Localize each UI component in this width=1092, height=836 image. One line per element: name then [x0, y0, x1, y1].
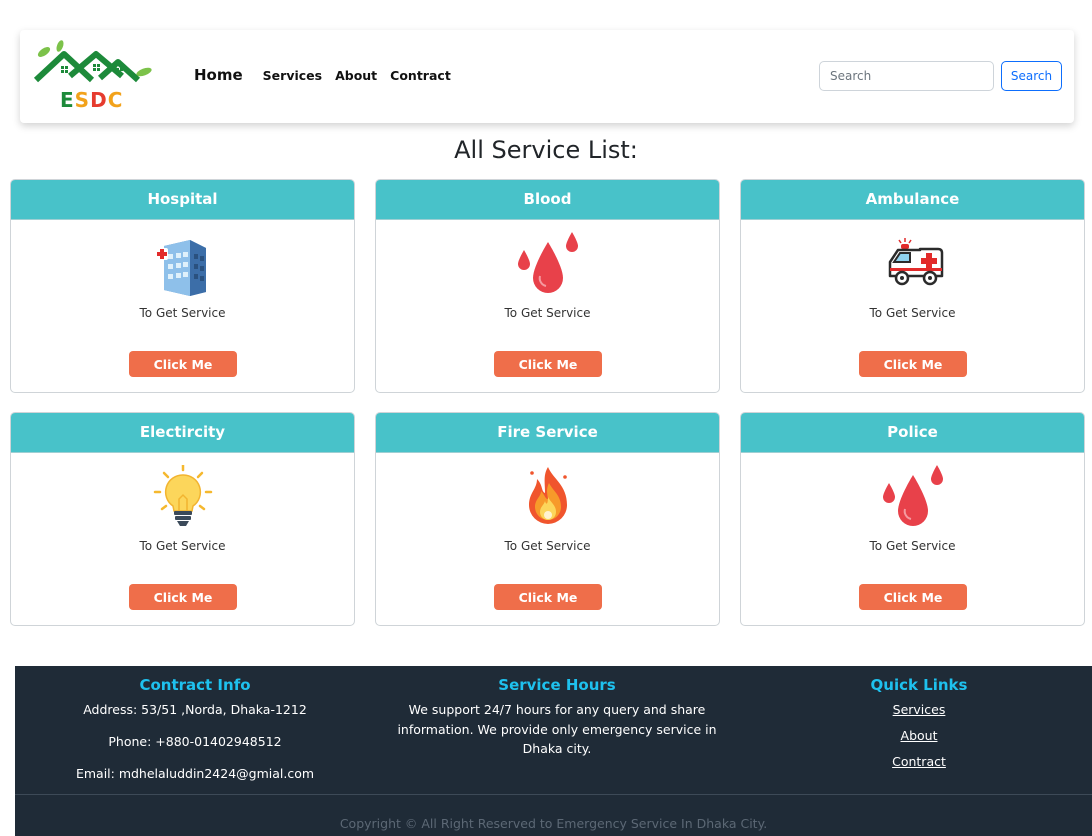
- click-me-button[interactable]: Click Me: [494, 351, 602, 377]
- footer-hours-text-line: information. We provide only emergency s…: [397, 721, 717, 737]
- service-card-hospital: Hospital To Get Service Click Me: [10, 179, 355, 393]
- click-me-button[interactable]: Click Me: [859, 584, 967, 610]
- service-card-electricity: Electircity To Get Service Click Me: [10, 412, 355, 626]
- card-text: To Get Service: [869, 306, 956, 320]
- light-bulb-icon: [150, 465, 216, 531]
- footer-hours-text-line: Dhaka city.: [522, 741, 592, 756]
- card-title: Hospital: [11, 180, 354, 220]
- esdc-logo[interactable]: ESDC: [34, 40, 154, 112]
- card-title: Ambulance: [741, 180, 1084, 220]
- search-button[interactable]: Search: [1001, 61, 1062, 91]
- page-title: All Service List:: [454, 136, 638, 164]
- card-text: To Get Service: [139, 306, 226, 320]
- card-text: To Get Service: [869, 539, 956, 553]
- footer-hours-text-line: We support 24/7 hours for any query and …: [408, 702, 706, 717]
- card-text: To Get Service: [139, 539, 226, 553]
- copyright-text: Copyright © All Right Reserved to Emerge…: [339, 816, 768, 831]
- card-title: Electircity: [11, 413, 354, 453]
- nav-about-link[interactable]: About: [335, 68, 377, 83]
- service-card-fire-service: Fire Service To Get Service Click Me: [375, 412, 720, 626]
- click-me-button[interactable]: Click Me: [129, 584, 237, 610]
- footer: Contract Info Address: 53/51 ,Norda, Dha…: [15, 666, 1092, 836]
- footer-divider: [15, 794, 1092, 795]
- footer-address: Address: 53/51 ,Norda, Dhaka-1212: [83, 702, 307, 717]
- click-me-button[interactable]: Click Me: [859, 351, 967, 377]
- footer-contact-info: Contract Info Address: 53/51 ,Norda, Dha…: [35, 676, 355, 796]
- click-me-button[interactable]: Click Me: [129, 351, 237, 377]
- hospital-building-icon: [150, 232, 216, 298]
- card-title: Blood: [376, 180, 719, 220]
- footer-quick-links: Quick Links Services About Contract: [799, 676, 1039, 778]
- footer-link-contract[interactable]: Contract: [799, 752, 1039, 771]
- footer-link-about[interactable]: About: [799, 726, 1039, 745]
- click-me-button[interactable]: Click Me: [494, 584, 602, 610]
- card-title: Police: [741, 413, 1084, 453]
- footer-contact-title: Contract Info: [139, 676, 251, 694]
- footer-email: Email: mdhelaluddin2424@gmial.com: [75, 766, 315, 781]
- footer-hours-title: Service Hours: [498, 676, 616, 694]
- nav-links: Home Services About Contract: [194, 66, 464, 84]
- footer-link-services[interactable]: Services: [799, 700, 1039, 719]
- navbar: ESDC Home Services About Contract Search: [20, 30, 1074, 123]
- footer-service-hours: Service Hours We support 24/7 hours for …: [390, 676, 724, 759]
- card-text: To Get Service: [504, 539, 591, 553]
- nav-home-link[interactable]: Home: [194, 66, 243, 84]
- card-text: To Get Service: [504, 306, 591, 320]
- service-card-police: Police To Get Service Click Me: [740, 412, 1085, 626]
- nav-services-link[interactable]: Services: [263, 68, 322, 83]
- search-input[interactable]: [819, 61, 994, 91]
- ambulance-icon: [880, 232, 946, 298]
- footer-phone: Phone: +880-01402948512: [108, 734, 282, 749]
- footer-quick-links-title: Quick Links: [870, 676, 968, 694]
- blood-drops-icon: [880, 465, 946, 531]
- nav-contract-link[interactable]: Contract: [390, 68, 451, 83]
- logo-text: ESDC: [60, 88, 124, 112]
- service-card-blood: Blood To Get Service Click Me: [375, 179, 720, 393]
- card-title: Fire Service: [376, 413, 719, 453]
- service-card-ambulance: Ambulance To Get Service Click Me: [740, 179, 1085, 393]
- fire-icon: [515, 465, 581, 531]
- house-logo-icon: [34, 40, 152, 83]
- blood-drops-icon: [515, 232, 581, 298]
